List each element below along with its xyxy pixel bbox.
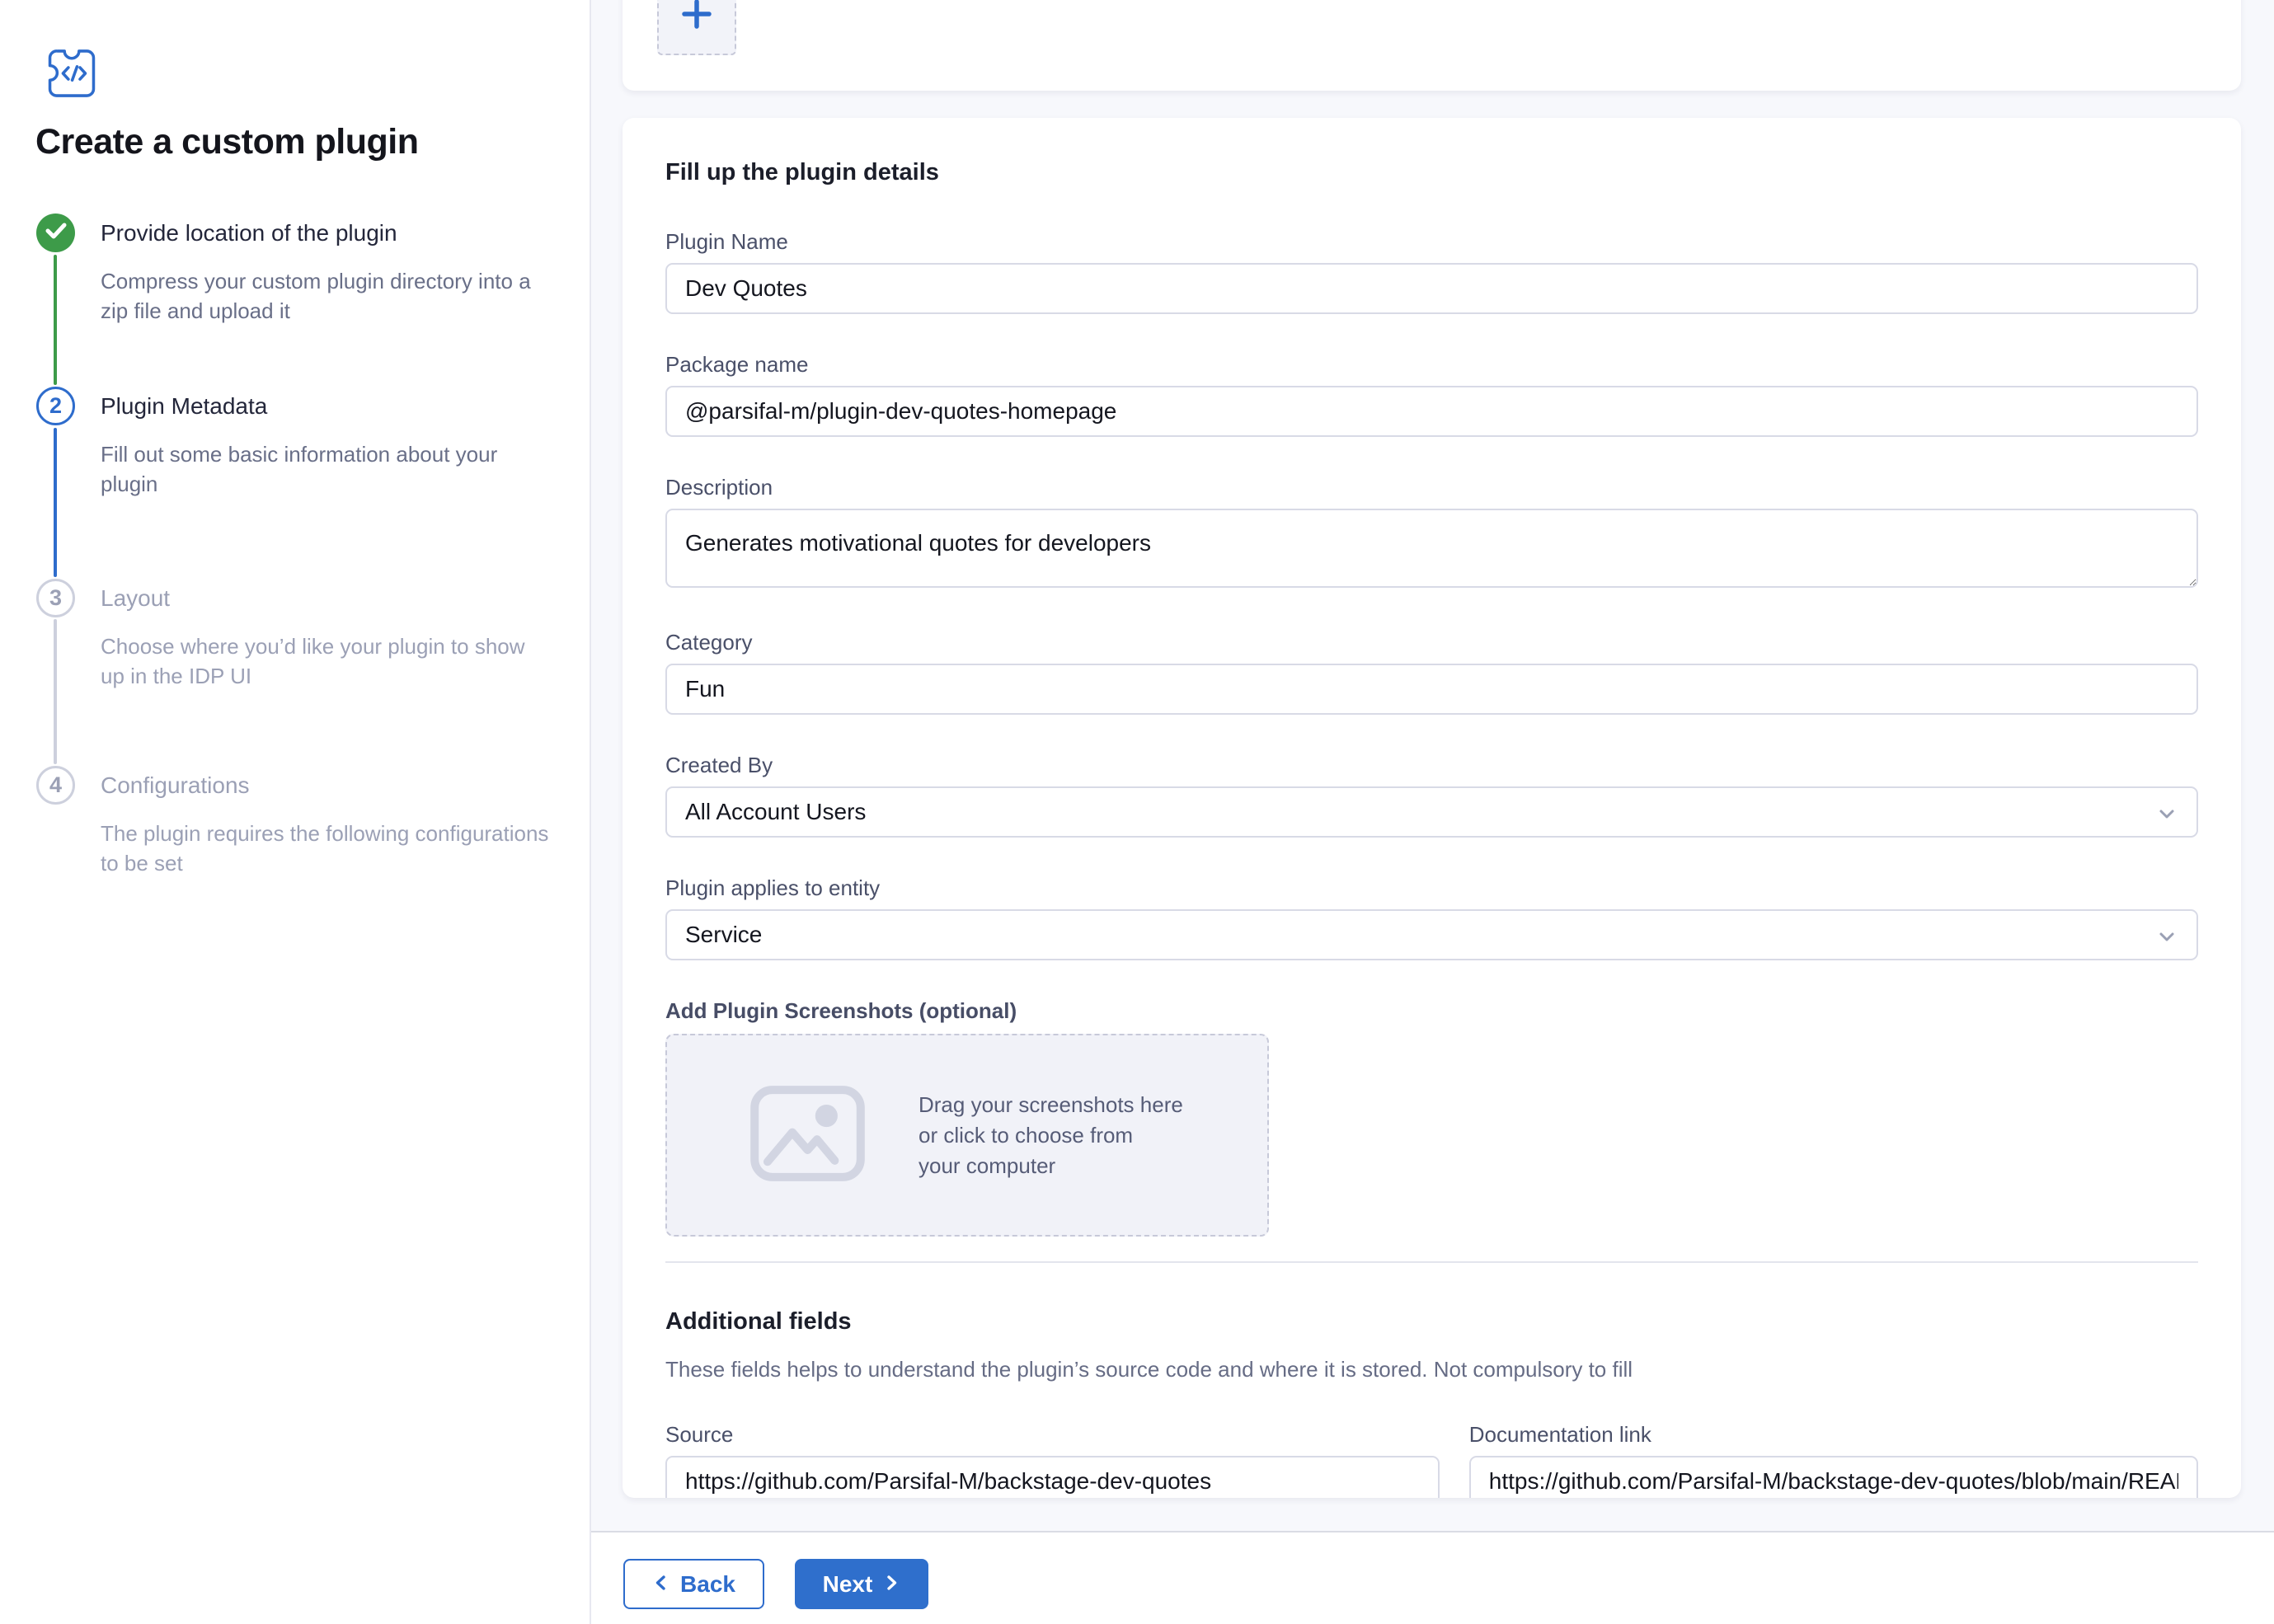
chevron-down-icon — [2155, 925, 2178, 954]
step-1-title: Provide location of the plugin — [101, 214, 550, 252]
screenshots-field: Add Plugin Screenshots (optional) Drag y… — [665, 998, 2198, 1237]
step-2-number: 2 — [49, 393, 62, 419]
dropzone-text: Drag your screenshots here or click to c… — [919, 1090, 1183, 1181]
check-icon — [36, 211, 75, 256]
category-input[interactable] — [665, 664, 2198, 715]
step-1[interactable]: Provide location of the plugin Compress … — [101, 214, 550, 326]
screenshots-label: Add Plugin Screenshots (optional) — [665, 998, 2198, 1024]
documentation-field: Documentation link — [1469, 1422, 2198, 1498]
description-label: Description — [665, 475, 2198, 500]
step-4-indicator[interactable]: 4 — [36, 766, 75, 805]
plugin-details-card: Fill up the plugin details Plugin Name P… — [623, 118, 2241, 1498]
step-1-description: Compress your custom plugin directory in… — [101, 266, 550, 326]
step-2-indicator[interactable]: 2 — [36, 387, 75, 425]
stepper-connector — [54, 428, 57, 577]
created-by-field: Created By All Account Users — [665, 753, 2198, 838]
screenshots-dropzone[interactable]: Drag your screenshots here or click to c… — [665, 1034, 1269, 1237]
image-placeholder-icon — [748, 1084, 867, 1187]
category-label: Category — [665, 630, 2198, 655]
step-1-indicator[interactable] — [36, 214, 75, 252]
back-button[interactable]: Back — [623, 1559, 764, 1609]
entity-select[interactable]: Service — [665, 909, 2198, 960]
package-name-field: Package name — [665, 352, 2198, 437]
step-3-indicator[interactable]: 3 — [36, 579, 75, 617]
footer-divider — [591, 1531, 2274, 1532]
wizard-sidebar: Create a custom plugin Provide location … — [0, 0, 591, 1624]
stepper-connector — [54, 255, 57, 385]
card-heading: Fill up the plugin details — [665, 159, 2198, 186]
chevron-right-icon — [882, 1571, 900, 1598]
additional-fields-heading: Additional fields — [665, 1308, 2198, 1335]
category-field: Category — [665, 630, 2198, 715]
step-4-description: The plugin requires the following config… — [101, 819, 550, 878]
step-4[interactable]: Configurations The plugin requires the f… — [101, 766, 550, 878]
entity-value: Service — [685, 922, 762, 948]
additional-fields-helper: These fields helps to understand the plu… — [665, 1357, 2198, 1382]
plugin-code-icon — [47, 48, 96, 99]
package-name-label: Package name — [665, 352, 2198, 378]
step-3-description: Choose where you’d like your plugin to s… — [101, 631, 550, 691]
entity-field: Plugin applies to entity Service — [665, 875, 2198, 960]
step-4-number: 4 — [49, 772, 62, 798]
step-2-title: Plugin Metadata — [101, 387, 550, 425]
next-button-label: Next — [823, 1571, 873, 1598]
page-title: Create a custom plugin — [35, 122, 547, 162]
section-divider — [665, 1261, 2198, 1263]
source-label: Source — [665, 1422, 1440, 1448]
additional-fields-row: Source Documentation link — [665, 1422, 2198, 1498]
entity-label: Plugin applies to entity — [665, 875, 2198, 901]
next-button[interactable]: Next — [795, 1559, 928, 1609]
step-2-description: Fill out some basic information about yo… — [101, 439, 550, 499]
created-by-select[interactable]: All Account Users — [665, 786, 2198, 838]
step-2[interactable]: Plugin Metadata Fill out some basic info… — [101, 387, 550, 499]
package-name-input[interactable] — [665, 386, 2198, 437]
plus-icon — [678, 0, 716, 37]
description-textarea[interactable]: Generates motivational quotes for develo… — [665, 509, 2198, 588]
step-3[interactable]: Layout Choose where you’d like your plug… — [101, 579, 550, 691]
plugin-name-label: Plugin Name — [665, 229, 2198, 255]
step-3-number: 3 — [49, 585, 62, 611]
created-by-label: Created By — [665, 753, 2198, 778]
plugin-upload-card — [623, 0, 2241, 91]
stepper-connector — [54, 619, 57, 764]
source-input[interactable] — [665, 1456, 1440, 1498]
created-by-value: All Account Users — [685, 799, 866, 825]
chevron-down-icon — [2155, 802, 2178, 831]
step-4-title: Configurations — [101, 766, 550, 805]
chevron-left-icon — [652, 1571, 670, 1598]
source-field: Source — [665, 1422, 1440, 1498]
documentation-input[interactable] — [1469, 1456, 2198, 1498]
description-field: Description Generates motivational quote… — [665, 475, 2198, 592]
documentation-label: Documentation link — [1469, 1422, 2198, 1448]
step-3-title: Layout — [101, 579, 550, 617]
back-button-label: Back — [680, 1571, 735, 1598]
plugin-name-input[interactable] — [665, 263, 2198, 314]
plugin-name-field: Plugin Name — [665, 229, 2198, 314]
add-screenshot-tile[interactable] — [657, 0, 736, 55]
